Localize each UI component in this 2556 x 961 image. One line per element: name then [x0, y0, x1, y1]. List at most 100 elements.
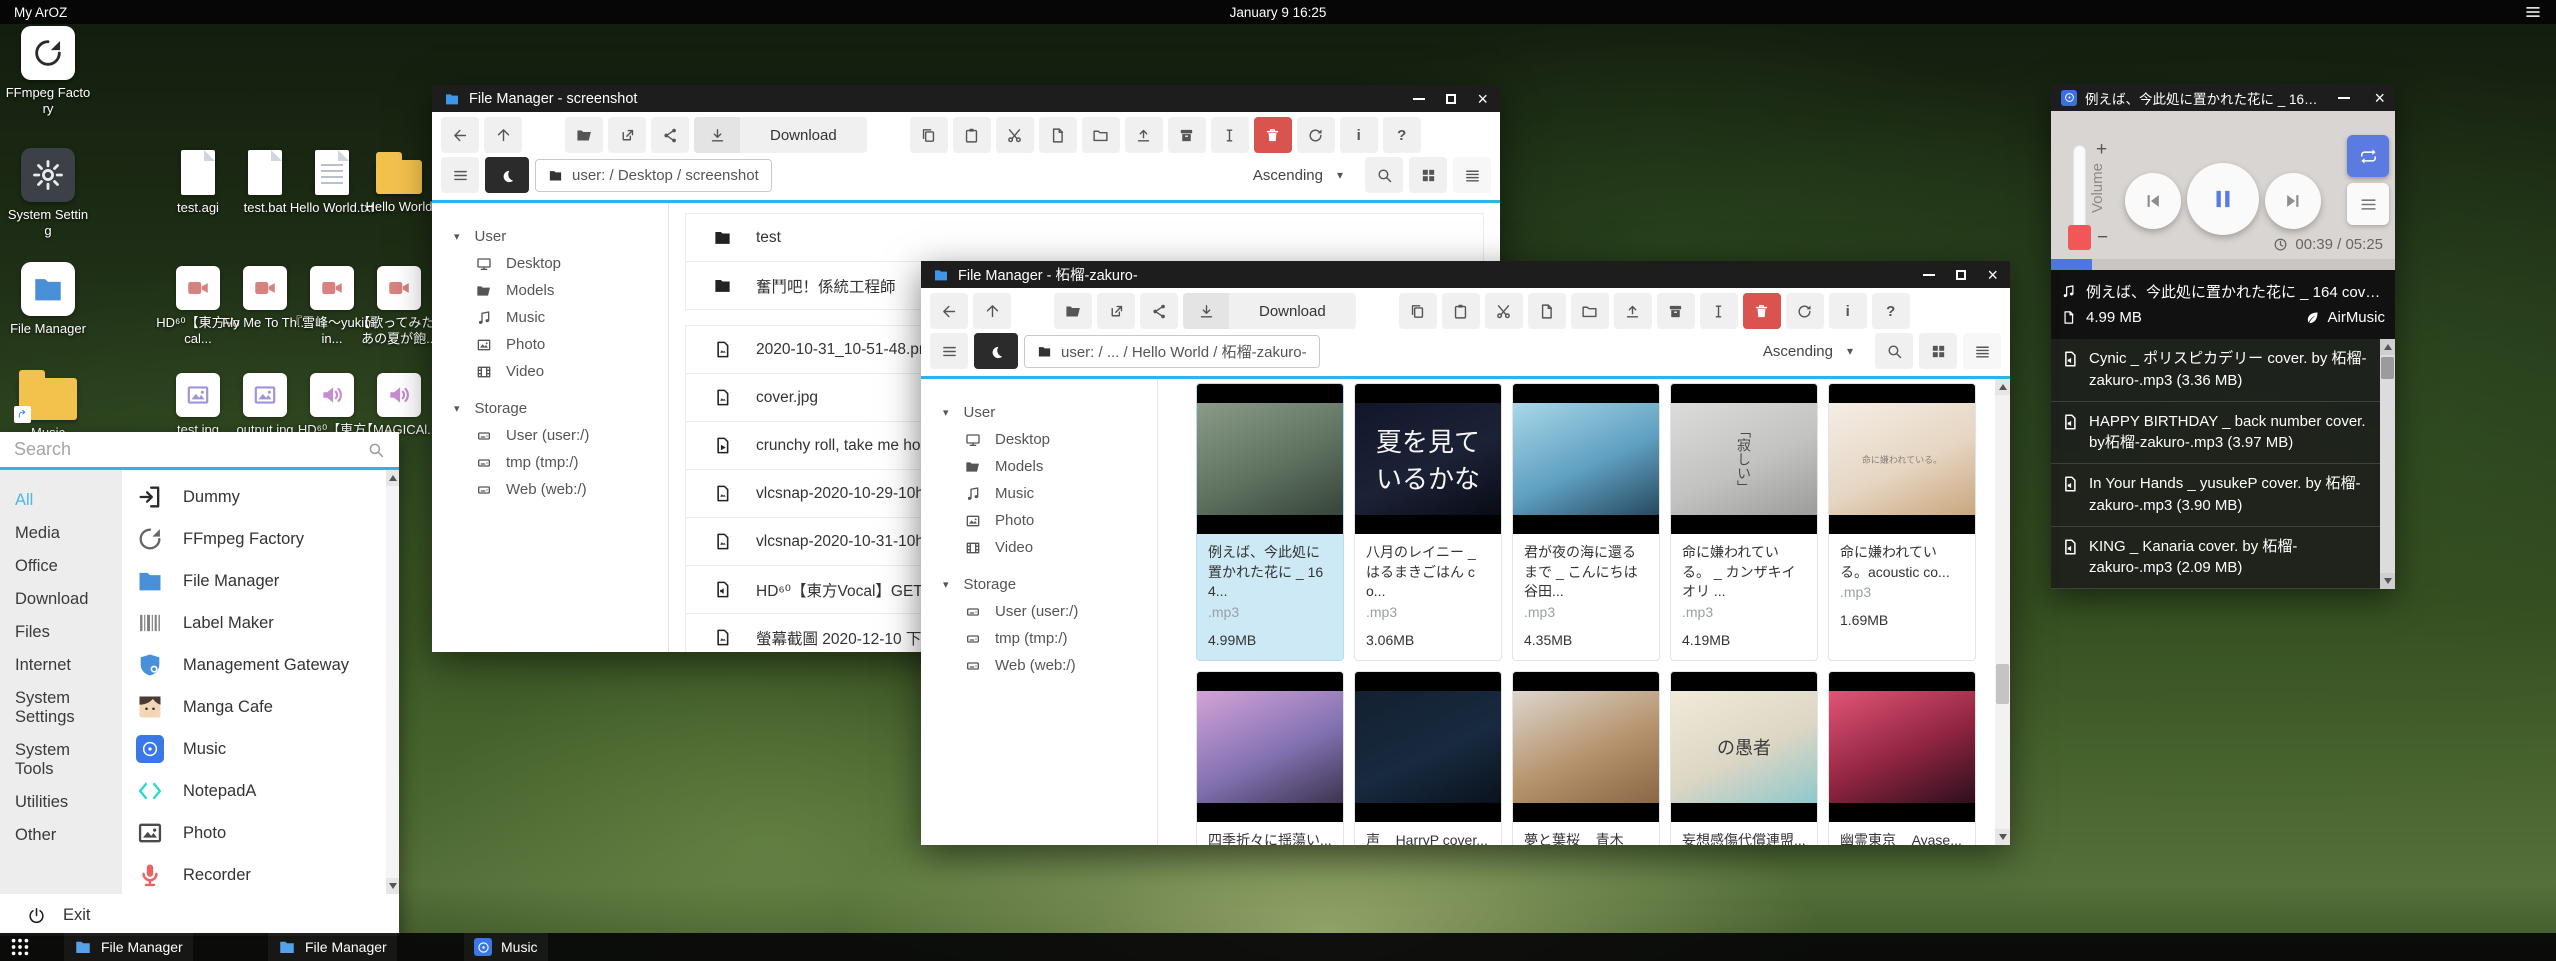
app-item-label-maker[interactable]: Label Maker [136, 602, 385, 644]
scroll-up-button[interactable] [2380, 339, 2395, 355]
music-tile[interactable]: 「寂しい」 命に嫌われている。 _ カンザキイオリ ... .mp3 4.19M… [1670, 383, 1818, 661]
minimize-button[interactable] [1923, 274, 1935, 276]
scrollbar-thumb[interactable] [2381, 357, 2394, 379]
toolbar-new-file-button[interactable] [1528, 293, 1566, 329]
toolbar-open-button[interactable] [1054, 293, 1092, 329]
playlist-item[interactable]: In Your Hands _ yusukeP cover. by 柘榴-zak… [2051, 464, 2380, 527]
app-item-management-gateway[interactable]: Management Gateway [136, 644, 385, 686]
file-row[interactable]: test [685, 214, 1484, 262]
toolbar-delete-button[interactable] [1254, 117, 1292, 153]
toolbar-download-button[interactable]: Download [1183, 293, 1356, 329]
category-office[interactable]: Office [0, 550, 122, 583]
toolbar-share-button[interactable] [651, 117, 689, 153]
app-item-ffmpeg-factory[interactable]: FFmpeg Factory [136, 518, 385, 560]
sidebar-item-web-web-[interactable]: Web (web:/) [921, 652, 1157, 679]
music-tile[interactable]: 四季折々に揺蕩い... [1196, 671, 1344, 845]
toolbar-upload-button[interactable] [1614, 293, 1652, 329]
title-bar[interactable]: 例えば、今此処に置かれた花に _ 164 c⋯ × [2051, 84, 2395, 111]
app-item-dummy[interactable]: Dummy [136, 476, 385, 518]
sidebar-section-storage[interactable]: ▾Storage [921, 571, 1157, 598]
category-all[interactable]: All [0, 484, 122, 517]
toolbar-external-button[interactable] [608, 117, 646, 153]
sidebar-item-tmp-tmp-[interactable]: tmp (tmp:/) [921, 625, 1157, 652]
dark-mode-button[interactable] [974, 333, 1018, 369]
toolbar-rename-button[interactable] [1211, 117, 1249, 153]
sort-dropdown[interactable]: Ascending▾ [1237, 157, 1359, 193]
toolbar-cut-button[interactable] [1485, 293, 1523, 329]
maximize-button[interactable] [1956, 270, 1966, 280]
path-box[interactable]: user: / Desktop / screenshot [535, 159, 772, 192]
search-button[interactable] [1875, 333, 1913, 369]
minimize-button[interactable] [1413, 98, 1425, 100]
next-button[interactable] [2265, 173, 2321, 229]
sidebar-section-user[interactable]: ▾User [432, 223, 668, 250]
toolbar-paste-button[interactable] [1442, 293, 1480, 329]
minimize-button[interactable] [2338, 97, 2350, 99]
toolbar-share-button[interactable] [1140, 293, 1178, 329]
repeat-button[interactable] [2347, 135, 2389, 177]
category-system-tools[interactable]: System Tools [0, 734, 122, 786]
music-tile[interactable]: の愚者 妄想感傷代償連盟... [1670, 671, 1818, 845]
app-item-music[interactable]: Music [136, 728, 385, 770]
sidebar-item-desktop[interactable]: Desktop [921, 426, 1157, 453]
sidebar-item-web-web-[interactable]: Web (web:/) [432, 476, 668, 503]
sort-dropdown[interactable]: Ascending▾ [1747, 333, 1869, 369]
app-item-recorder[interactable]: Recorder [136, 854, 385, 894]
toolbar-delete-button[interactable] [1743, 293, 1781, 329]
sidebar-item-video[interactable]: Video [432, 358, 668, 385]
close-button[interactable]: × [2374, 89, 2385, 107]
taskbar-item-music[interactable]: Music [464, 933, 548, 961]
music-tile[interactable]: 例えば、今此処に置かれた花に _ 164... .mp3 4.99MB [1196, 383, 1344, 661]
app-item-photo[interactable]: Photo [136, 812, 385, 854]
toolbar-up-button[interactable] [484, 117, 522, 153]
sidebar-item-desktop[interactable]: Desktop [432, 250, 668, 277]
music-tile[interactable]: 声 _ HarryP cover... [1354, 671, 1502, 845]
sidebar-section-user[interactable]: ▾User [921, 399, 1157, 426]
player-menu-button[interactable] [2347, 183, 2389, 225]
toolbar-cut-button[interactable] [996, 117, 1034, 153]
category-download[interactable]: Download [0, 583, 122, 616]
toolbar-back-button[interactable] [441, 117, 479, 153]
grid-view-button[interactable] [1919, 333, 1957, 369]
search-input[interactable] [14, 439, 367, 460]
sidebar-item-user-user-[interactable]: User (user:/) [432, 422, 668, 449]
category-internet[interactable]: Internet [0, 649, 122, 682]
playlist-item[interactable]: KING _ Kanaria cover. by 柘榴-zakuro-.mp3 … [2051, 527, 2380, 590]
toolbar-copy-button[interactable] [910, 117, 948, 153]
toolbar-new-folder-button[interactable] [1082, 117, 1120, 153]
path-box[interactable]: user: / ... / Hello World / 柘榴-zakuro- [1024, 335, 1320, 368]
toolbar-new-file-button[interactable] [1039, 117, 1077, 153]
volume-up[interactable]: + [2096, 139, 2107, 161]
scroll-down-button[interactable] [386, 878, 399, 894]
desktop-icon-file-manager[interactable]: File Manager [2, 262, 94, 337]
toolbar-help-button[interactable]: ? [1872, 293, 1910, 329]
music-tile[interactable]: 夢と葉桜 _ 青木月... [1512, 671, 1660, 845]
search-button[interactable] [1365, 157, 1403, 193]
scroll-up-button[interactable] [386, 470, 399, 486]
scrollbar[interactable] [1995, 379, 2010, 845]
progress-bar[interactable] [2051, 259, 2395, 270]
toolbar-rename-button[interactable] [1700, 293, 1738, 329]
app-item-notepada[interactable]: NotepadA [136, 770, 385, 812]
playlist-item[interactable]: HAPPY BIRTHDAY _ back number cover. by柘榴… [2051, 402, 2380, 465]
category-files[interactable]: Files [0, 616, 122, 649]
maximize-button[interactable] [1446, 94, 1456, 104]
music-tile[interactable]: 君が夜の海に還るまで _ こんにちは谷田... .mp3 4.35MB [1512, 383, 1660, 661]
desktop-icon-music[interactable]: Music [2, 368, 94, 441]
close-button[interactable]: × [1477, 90, 1488, 108]
toolbar-copy-button[interactable] [1399, 293, 1437, 329]
playlist-scrollbar[interactable] [2380, 339, 2395, 589]
sidebar-item-music[interactable]: Music [921, 480, 1157, 507]
scrollbar-thumb[interactable] [1996, 664, 2009, 704]
desktop-icon-ffmpeg-factory[interactable]: FFmpeg Factory [2, 26, 94, 118]
title-bar[interactable]: File Manager - 柘榴-zakuro- × [921, 261, 2010, 288]
exit-button[interactable]: Exit [0, 894, 399, 936]
list-view-button[interactable] [1963, 333, 2001, 369]
volume-down[interactable]: − [2097, 227, 2108, 249]
toolbar-external-button[interactable] [1097, 293, 1135, 329]
app-launcher-button[interactable] [9, 936, 31, 958]
sidebar-item-models[interactable]: Models [432, 277, 668, 304]
hamburger-menu-icon[interactable] [2524, 3, 2542, 21]
category-system-settings[interactable]: System Settings [0, 682, 122, 734]
toolbar-refresh-button[interactable] [1786, 293, 1824, 329]
